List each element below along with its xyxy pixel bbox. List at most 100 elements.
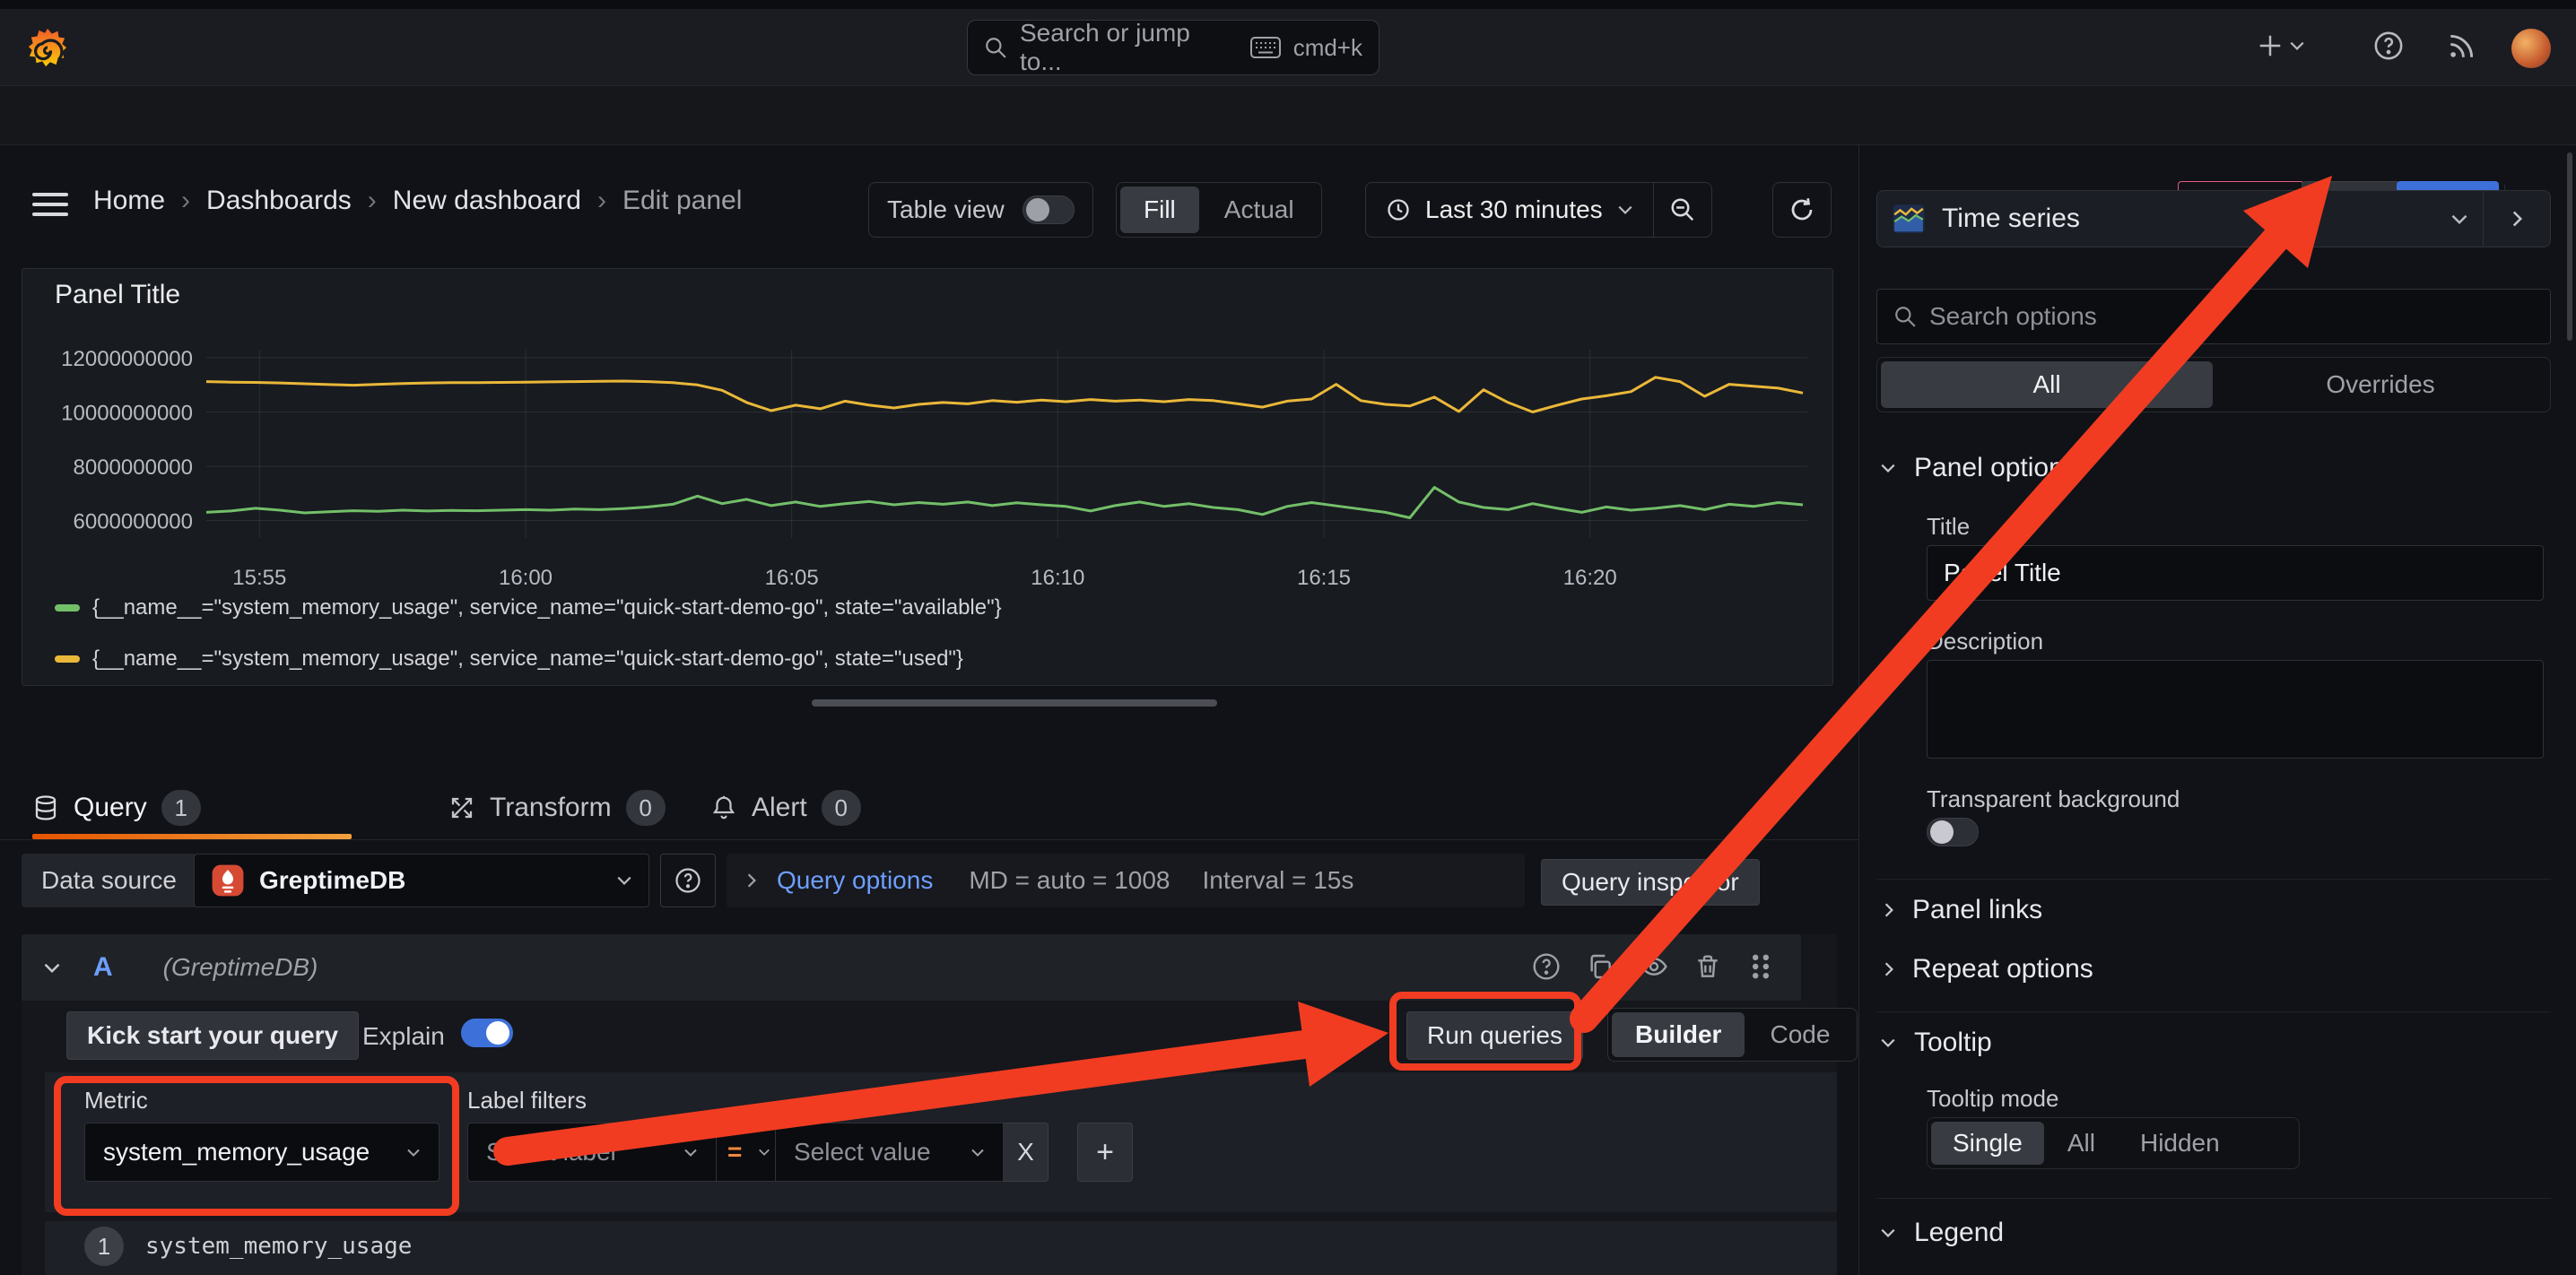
svg-text:15:55: 15:55 (232, 566, 286, 590)
query-row-header[interactable]: A (GreptimeDB) (22, 934, 1801, 1001)
zoom-out-icon[interactable] (1654, 183, 1711, 237)
explain-step-code: system_memory_usage (145, 1233, 412, 1260)
tab-query[interactable]: Query 1 (32, 782, 201, 834)
chevron-down-icon[interactable] (43, 962, 61, 974)
collapse-options-pane-button[interactable] (2484, 191, 2550, 247)
add-filter-button[interactable]: + (1077, 1123, 1133, 1182)
tooltip-section-header[interactable]: Tooltip (1880, 1028, 1992, 1058)
run-queries-button[interactable]: Run queries (1406, 1011, 1583, 1060)
kick-start-query-button[interactable]: Kick start your query (66, 1011, 359, 1060)
title-input[interactable] (1927, 545, 2544, 601)
tab-alert[interactable]: Alert 0 (710, 782, 861, 834)
tab-overrides[interactable]: Overrides (2215, 361, 2546, 408)
panel-links-section-header[interactable]: Panel links (1884, 895, 2042, 925)
query-editor-card: A (GreptimeDB) Kick start your query Exp… (22, 934, 1837, 1275)
refresh-button[interactable] (1772, 182, 1832, 238)
tooltip-mode-all[interactable]: All (2046, 1122, 2117, 1165)
label-filters-label: Label filters (467, 1087, 587, 1115)
select-value-dropdown[interactable]: Select value (776, 1123, 1004, 1182)
svg-text:16:15: 16:15 (1297, 566, 1351, 590)
tab-all[interactable]: All (1881, 361, 2213, 408)
datasource-label: Data source (22, 854, 196, 907)
database-icon (32, 794, 59, 821)
section-title: Panel links (1912, 895, 2042, 925)
drag-handle-icon[interactable] (1747, 952, 1778, 983)
chevron-down-icon (1880, 1227, 1896, 1238)
menu-icon[interactable] (32, 193, 68, 216)
search-icon (1893, 305, 1917, 328)
divider (1858, 145, 1859, 1275)
query-options-expander[interactable]: Query options (777, 866, 933, 895)
svg-text:16:10: 16:10 (1031, 566, 1084, 590)
legend-item[interactable]: {__name__="system_memory_usage", service… (55, 595, 1002, 620)
operator-dropdown[interactable]: = (717, 1123, 776, 1182)
remove-filter-button[interactable]: X (1004, 1123, 1049, 1182)
code-option[interactable]: Code (1746, 1012, 1853, 1057)
tab-transform[interactable]: Transform 0 (448, 782, 666, 834)
table-view-label: Table view (887, 195, 1005, 224)
repeat-options-section-header[interactable]: Repeat options (1884, 954, 2093, 984)
svg-text:10000000000: 10000000000 (61, 402, 193, 426)
breadcrumb-bar: Home › Dashboards › New dashboard › Edit… (0, 86, 2576, 145)
section-title: Panel options (1914, 453, 2077, 483)
builder-option[interactable]: Builder (1612, 1012, 1745, 1057)
refresh-icon (1788, 196, 1815, 223)
clock-icon (1386, 197, 1411, 222)
tab-label: Alert (752, 793, 807, 823)
chevron-down-icon (2450, 213, 2468, 225)
metric-select[interactable]: system_memory_usage (84, 1123, 439, 1182)
breadcrumb-home[interactable]: Home (93, 186, 165, 216)
grafana-logo[interactable] (27, 27, 68, 68)
visualization-select[interactable]: Time series (1877, 191, 2483, 247)
options-search-placeholder: Search options (1929, 302, 2097, 331)
legend-item[interactable]: {__name__="system_memory_usage", service… (55, 646, 963, 672)
greptimedb-icon (211, 863, 245, 898)
fill-option[interactable]: Fill (1120, 186, 1199, 233)
search-icon (984, 36, 1007, 59)
tooltip-mode-single[interactable]: Single (1931, 1122, 2044, 1165)
query-inspector-button[interactable]: Query inspector (1541, 859, 1760, 906)
resize-handle[interactable] (812, 699, 1217, 707)
transparent-background-toggle[interactable] (1927, 818, 1979, 846)
explain-toggle[interactable] (461, 1019, 513, 1047)
tab-label: Query (74, 793, 147, 823)
time-controls: Last 30 minutes (1365, 182, 1712, 238)
description-input[interactable] (1927, 660, 2544, 759)
datasource-picker[interactable]: GreptimeDB (194, 854, 649, 907)
options-search[interactable]: Search options (1876, 289, 2551, 344)
tooltip-mode-hidden[interactable]: Hidden (2119, 1122, 2241, 1165)
select-label-dropdown[interactable]: Select label (467, 1123, 717, 1182)
fill-actual-switch: Fill Actual (1116, 182, 1322, 238)
actual-option[interactable]: Actual (1201, 186, 1318, 233)
add-button[interactable] (2257, 32, 2305, 59)
explain-label: Explain (362, 1022, 445, 1051)
rss-icon[interactable] (2447, 30, 2477, 61)
trash-icon[interactable] (1693, 952, 1724, 983)
chevron-right-icon (1884, 961, 1894, 977)
metric-label: Metric (84, 1087, 148, 1115)
avatar[interactable] (2511, 29, 2551, 68)
eye-icon[interactable] (1640, 952, 1670, 983)
svg-text:8000000000: 8000000000 (74, 455, 193, 480)
breadcrumb-dashboards[interactable]: Dashboards (206, 186, 352, 216)
help-icon[interactable] (1532, 952, 1562, 983)
time-range-picker[interactable]: Last 30 minutes (1366, 183, 1653, 237)
help-icon[interactable] (2373, 30, 2404, 61)
query-builder-area: Metric system_memory_usage Label filters… (45, 1072, 1837, 1212)
datasource-help-icon[interactable] (660, 854, 716, 907)
chevron-down-icon (616, 875, 632, 886)
chevron-down-icon (406, 1148, 421, 1158)
query-datasource-hint: (GreptimeDB) (163, 953, 318, 982)
breadcrumb-new-dashboard[interactable]: New dashboard (393, 186, 581, 216)
svg-text:16:20: 16:20 (1563, 566, 1617, 590)
global-search[interactable]: Search or jump to... cmd+k (967, 20, 1379, 75)
grafana-edit-panel-page: Search or jump to... cmd+k Home › Dashbo… (0, 0, 2576, 1275)
panel-options-section-header[interactable]: Panel options (1880, 453, 2077, 483)
sidebar-scrollbar[interactable] (2567, 152, 2572, 341)
query-explain-area: 1 system_memory_usage Fetch all series m… (45, 1221, 1837, 1275)
chevron-right-icon (1884, 902, 1894, 918)
top-nav: Search or jump to... cmd+k (0, 9, 2576, 86)
copy-icon[interactable] (1586, 952, 1616, 983)
legend-section-header[interactable]: Legend (1880, 1218, 2004, 1248)
table-view-toggle[interactable] (1023, 195, 1075, 224)
